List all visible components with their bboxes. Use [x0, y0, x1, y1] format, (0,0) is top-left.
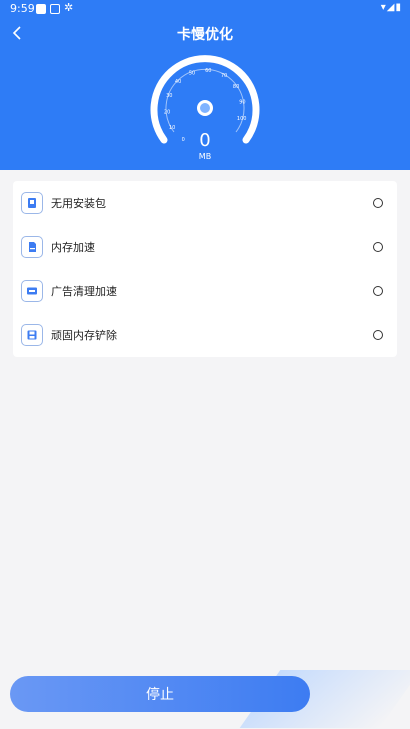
gauge-tick-label: 60 — [205, 68, 211, 74]
system-status-icons: ▾◢▮ — [380, 2, 402, 13]
gauge-tick-label: 50 — [189, 70, 195, 76]
list-item-label: 顽固内存铲除 — [51, 329, 117, 342]
radio-button[interactable] — [373, 242, 383, 252]
top-bar: 卡慢优化 — [0, 18, 410, 48]
list-item-ad-cleanup[interactable]: 广告清理加速 — [13, 269, 397, 313]
header: 9:59 ✲ ▾◢▮ 卡慢优化 0 10 20 30 40 50 60 70 80 90 100 0… — [0, 0, 410, 170]
list-item-label: 内存加速 — [51, 241, 95, 254]
list-item-label: 无用安装包 — [51, 197, 106, 210]
gauge-tick-label: 100 — [237, 116, 247, 122]
floppy-icon — [21, 324, 43, 346]
status-bar: 9:59 ✲ ▾◢▮ — [0, 0, 410, 18]
gauge-value: 0 — [199, 130, 211, 151]
gauge-tick-label: 30 — [166, 93, 172, 99]
radio-button[interactable] — [373, 286, 383, 296]
ad-icon — [21, 280, 43, 302]
list-item-label: 广告清理加速 — [51, 285, 117, 298]
gauge-tick-label: 40 — [175, 79, 181, 85]
page-title: 卡慢优化 — [177, 27, 233, 43]
list-item-memory-boost[interactable]: 内存加速 — [13, 225, 397, 269]
stop-button[interactable]: 停止 — [10, 676, 310, 712]
gauge-tick-label: 70 — [221, 73, 227, 79]
radio-button[interactable] — [373, 330, 383, 340]
gauge-unit: MB — [198, 152, 212, 161]
square-icon — [36, 4, 46, 14]
list-item-stubborn-memory[interactable]: 顽固内存铲除 — [13, 313, 397, 357]
memory-card-icon — [21, 236, 43, 258]
optimization-list: 无用安装包 内存加速 广告清理加速 顽固内存铲除 — [13, 181, 397, 357]
status-time: 9:59 — [10, 2, 35, 15]
gauge-tick-label: 20 — [164, 109, 170, 115]
list-item-useless-packages[interactable]: 无用安装包 — [13, 181, 397, 225]
settings-square-icon — [50, 4, 60, 14]
package-icon — [21, 192, 43, 214]
stop-area: 停止 — [10, 670, 410, 728]
speed-gauge: 0 10 20 30 40 50 60 70 80 90 100 0 MB — [145, 50, 265, 165]
radio-button[interactable] — [373, 198, 383, 208]
bug-icon: ✲ — [64, 1, 74, 14]
gauge-needle — [197, 100, 213, 116]
gauge-tick-label: 80 — [233, 84, 239, 90]
gauge-tick-label: 90 — [239, 99, 245, 105]
